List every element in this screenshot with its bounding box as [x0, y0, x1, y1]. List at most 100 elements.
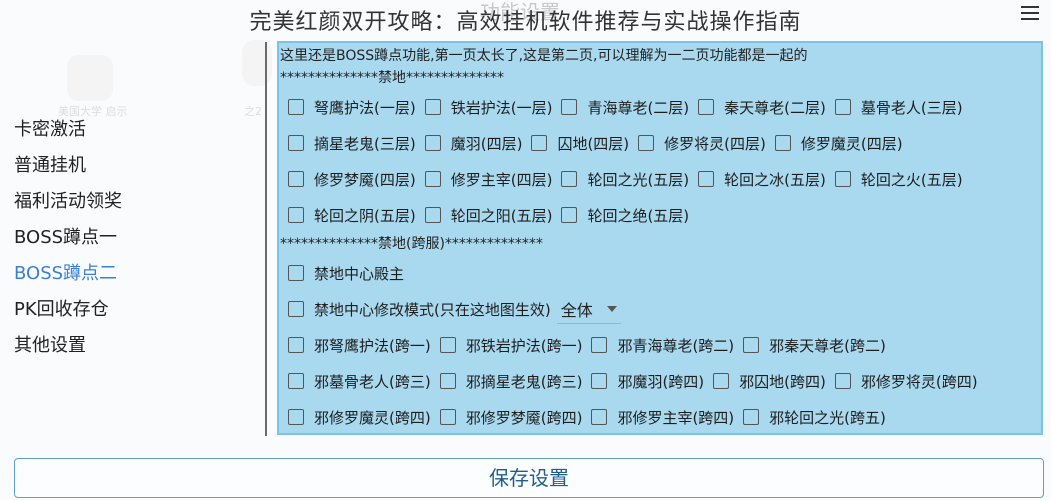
checkbox-lord[interactable]: 禁地中心殿主 [288, 263, 404, 284]
boss-checkbox[interactable]: 邪修罗将灵(跨四) [834, 371, 978, 392]
boss-checkbox[interactable]: 邪弩鹰护法(跨一) [288, 335, 431, 356]
checkbox-box[interactable] [713, 373, 730, 389]
checkbox-label: 轮回之光(五层) [587, 170, 690, 189]
boss-checkbox[interactable]: 魔羽(四层) [424, 133, 523, 154]
checkbox-label: 墓骨老人(三层) [860, 98, 963, 117]
checkbox-box[interactable] [743, 409, 760, 425]
checkbox-box[interactable] [591, 409, 608, 425]
checkbox-label: 邪铁岩护法(跨一) [465, 336, 583, 355]
boss-checkbox[interactable]: 青海尊老(二层) [561, 97, 689, 118]
checkbox-box[interactable] [439, 337, 456, 353]
boss-checkbox[interactable]: 轮回之阴(五层) [288, 205, 416, 226]
boss-checkbox[interactable]: 摘星老鬼(三层) [288, 133, 416, 154]
boss-checkbox[interactable]: 邪修罗魔灵(跨四) [288, 407, 431, 428]
checkbox-box[interactable] [424, 171, 441, 187]
checkbox-box[interactable] [561, 171, 578, 187]
checkbox-box[interactable] [834, 171, 851, 187]
checkbox-label: 摘星老鬼(三层) [314, 134, 416, 153]
checkbox-label: 弩鹰护法(一层) [314, 98, 416, 117]
checkbox-row: 邪墓骨老人(跨三) 邪摘星老鬼(跨三) 邪魔羽(跨四) 邪囚地(跨四) 邪修罗将灵(跨四… [279, 363, 1041, 399]
overlay-title: 完美红颜双开攻略：高效挂机软件推荐与实战操作指南 [249, 10, 802, 35]
checkbox-box[interactable] [288, 265, 304, 281]
boss-checkbox[interactable]: 修罗梦魇(四层) [288, 169, 416, 190]
boss-checkbox[interactable]: 邪修罗主宰(跨四) [591, 407, 734, 428]
checkbox-label: 魔羽(四层) [450, 134, 523, 153]
boss-checkbox[interactable]: 囚地(四层) [531, 133, 629, 154]
checkbox-box[interactable] [591, 373, 608, 389]
boss-checkbox[interactable]: 邪铁岩护法(跨一) [439, 335, 583, 356]
save-button[interactable]: 保存设置 [14, 458, 1044, 498]
boss-checkbox[interactable]: 铁岩护法(一层) [424, 97, 552, 118]
sidebar-item-pk-recycle-storage[interactable]: PK回收存仓 [0, 292, 260, 328]
boss-checkbox[interactable]: 邪青海尊老(跨二) [591, 335, 734, 356]
sidebar-item-other-settings[interactable]: 其他设置 [0, 328, 260, 364]
checkbox-box[interactable] [638, 135, 655, 151]
boss-checkbox[interactable]: 轮回之冰(五层) [698, 169, 826, 190]
checkbox-box[interactable] [698, 171, 715, 187]
sidebar-item-boss-camp-2[interactable]: BOSS蹲点二 [0, 256, 260, 292]
checkbox-box[interactable] [288, 301, 304, 317]
boss-checkbox[interactable]: 修罗主宰(四层) [424, 169, 552, 190]
boss-checkbox[interactable]: 修罗将灵(四层) [638, 133, 766, 154]
checkbox-row: 弩鹰护法(一层) 铁岩护法(一层) 青海尊老(二层) 秦天尊老(二层) 墓骨老人(三层) [279, 89, 1041, 125]
boss-checkbox[interactable]: 轮回之阳(五层) [424, 205, 552, 226]
sidebar-item-welfare-rewards[interactable]: 福利活动领奖 [0, 184, 260, 220]
boss-checkbox[interactable]: 邪修罗梦魇(跨四) [439, 407, 582, 428]
checkbox-box[interactable] [288, 337, 304, 353]
checkbox-label: 禁地中心殿主 [314, 264, 405, 283]
checkbox-box[interactable] [591, 337, 608, 353]
checkbox-box[interactable] [424, 207, 441, 223]
boss-checkbox[interactable]: 弩鹰护法(一层) [288, 97, 416, 118]
sidebar-item-boss-camp-1[interactable]: BOSS蹲点一 [0, 220, 260, 256]
checkbox-label: 邪修罗主宰(跨四) [617, 408, 735, 427]
checkbox-box[interactable] [288, 171, 304, 187]
sidebar-item-normal-afk[interactable]: 普通挂机 [0, 148, 260, 184]
boss-checkbox[interactable]: 轮回之绝(五层) [561, 205, 689, 226]
mode-select[interactable]: 全体 [556, 295, 621, 324]
checkbox-box[interactable] [698, 99, 715, 115]
checkbox-row: 摘星老鬼(三层) 魔羽(四层) 囚地(四层) 修罗将灵(四层) 修罗魔灵(四层) [279, 125, 1041, 161]
boss-checkbox[interactable]: 轮回之火(五层) [834, 169, 963, 190]
checkbox-box[interactable] [561, 99, 578, 115]
hamburger-menu-icon[interactable] [1021, 6, 1039, 20]
boss-checkbox[interactable]: 邪秦天尊老(跨二) [743, 335, 886, 356]
checkbox-row: 邪弩鹰护法(跨一) 邪铁岩护法(跨一) 邪青海尊老(跨二) 邪秦天尊老(跨二) [279, 327, 1041, 363]
boss-checkbox[interactable]: 邪轮回之光(跨五) [743, 407, 886, 428]
section-header-cross-server: **************禁地(跨服)************** [280, 236, 543, 252]
checkbox-box[interactable] [743, 337, 760, 353]
checkbox-label: 修罗魔灵(四层) [800, 134, 903, 153]
checkbox-box[interactable] [288, 409, 304, 425]
checkbox-box[interactable] [561, 207, 578, 223]
checkbox-box[interactable] [774, 135, 791, 151]
checkbox-box[interactable] [424, 99, 441, 115]
checkbox-box[interactable] [834, 373, 851, 389]
checkbox-label: 轮回之阴(五层) [314, 206, 416, 225]
boss-checkbox[interactable]: 墓骨老人(三层) [834, 97, 963, 118]
boss-checkbox[interactable]: 邪魔羽(跨四) [591, 371, 704, 392]
boss-checkbox[interactable]: 秦天尊老(二层) [698, 97, 826, 118]
section-header-forbidden-land: **************禁地************** [280, 70, 504, 86]
checkbox-box[interactable] [288, 99, 304, 115]
checkbox-box[interactable] [288, 207, 304, 223]
checkbox-label: 邪弩鹰护法(跨一) [314, 336, 431, 355]
checkbox-box[interactable] [288, 373, 304, 389]
checkbox-label: 邪修罗魔灵(跨四) [314, 408, 431, 427]
boss-checkbox[interactable]: 修罗魔灵(四层) [774, 133, 903, 154]
boss-checkbox[interactable]: 轮回之光(五层) [561, 169, 689, 190]
checkbox-label: 禁地中心修改模式(只在这地图生效) [314, 300, 551, 319]
checkbox-box[interactable] [531, 135, 548, 151]
boss-checkbox[interactable]: 邪囚地(跨四) [713, 371, 826, 392]
sidebar-item-card-activation[interactable]: 卡密激活 [0, 112, 260, 148]
checkbox-modify-mode[interactable]: 禁地中心修改模式(只在这地图生效) [288, 299, 551, 320]
boss-checkbox[interactable]: 邪摘星老鬼(跨三) [439, 371, 582, 392]
boss-checkbox[interactable]: 邪墓骨老人(跨三) [288, 371, 431, 392]
checkbox-label: 邪墓骨老人(跨三) [314, 372, 431, 391]
checkbox-box[interactable] [439, 373, 456, 389]
checkbox-box[interactable] [439, 409, 456, 425]
checkbox-box[interactable] [834, 99, 851, 115]
checkbox-label: 邪轮回之光(跨五) [769, 408, 886, 427]
checkbox-box[interactable] [424, 135, 441, 151]
checkbox-label: 修罗将灵(四层) [664, 134, 766, 153]
checkbox-box[interactable] [288, 135, 304, 151]
checkbox-label: 邪青海尊老(跨二) [617, 336, 735, 355]
